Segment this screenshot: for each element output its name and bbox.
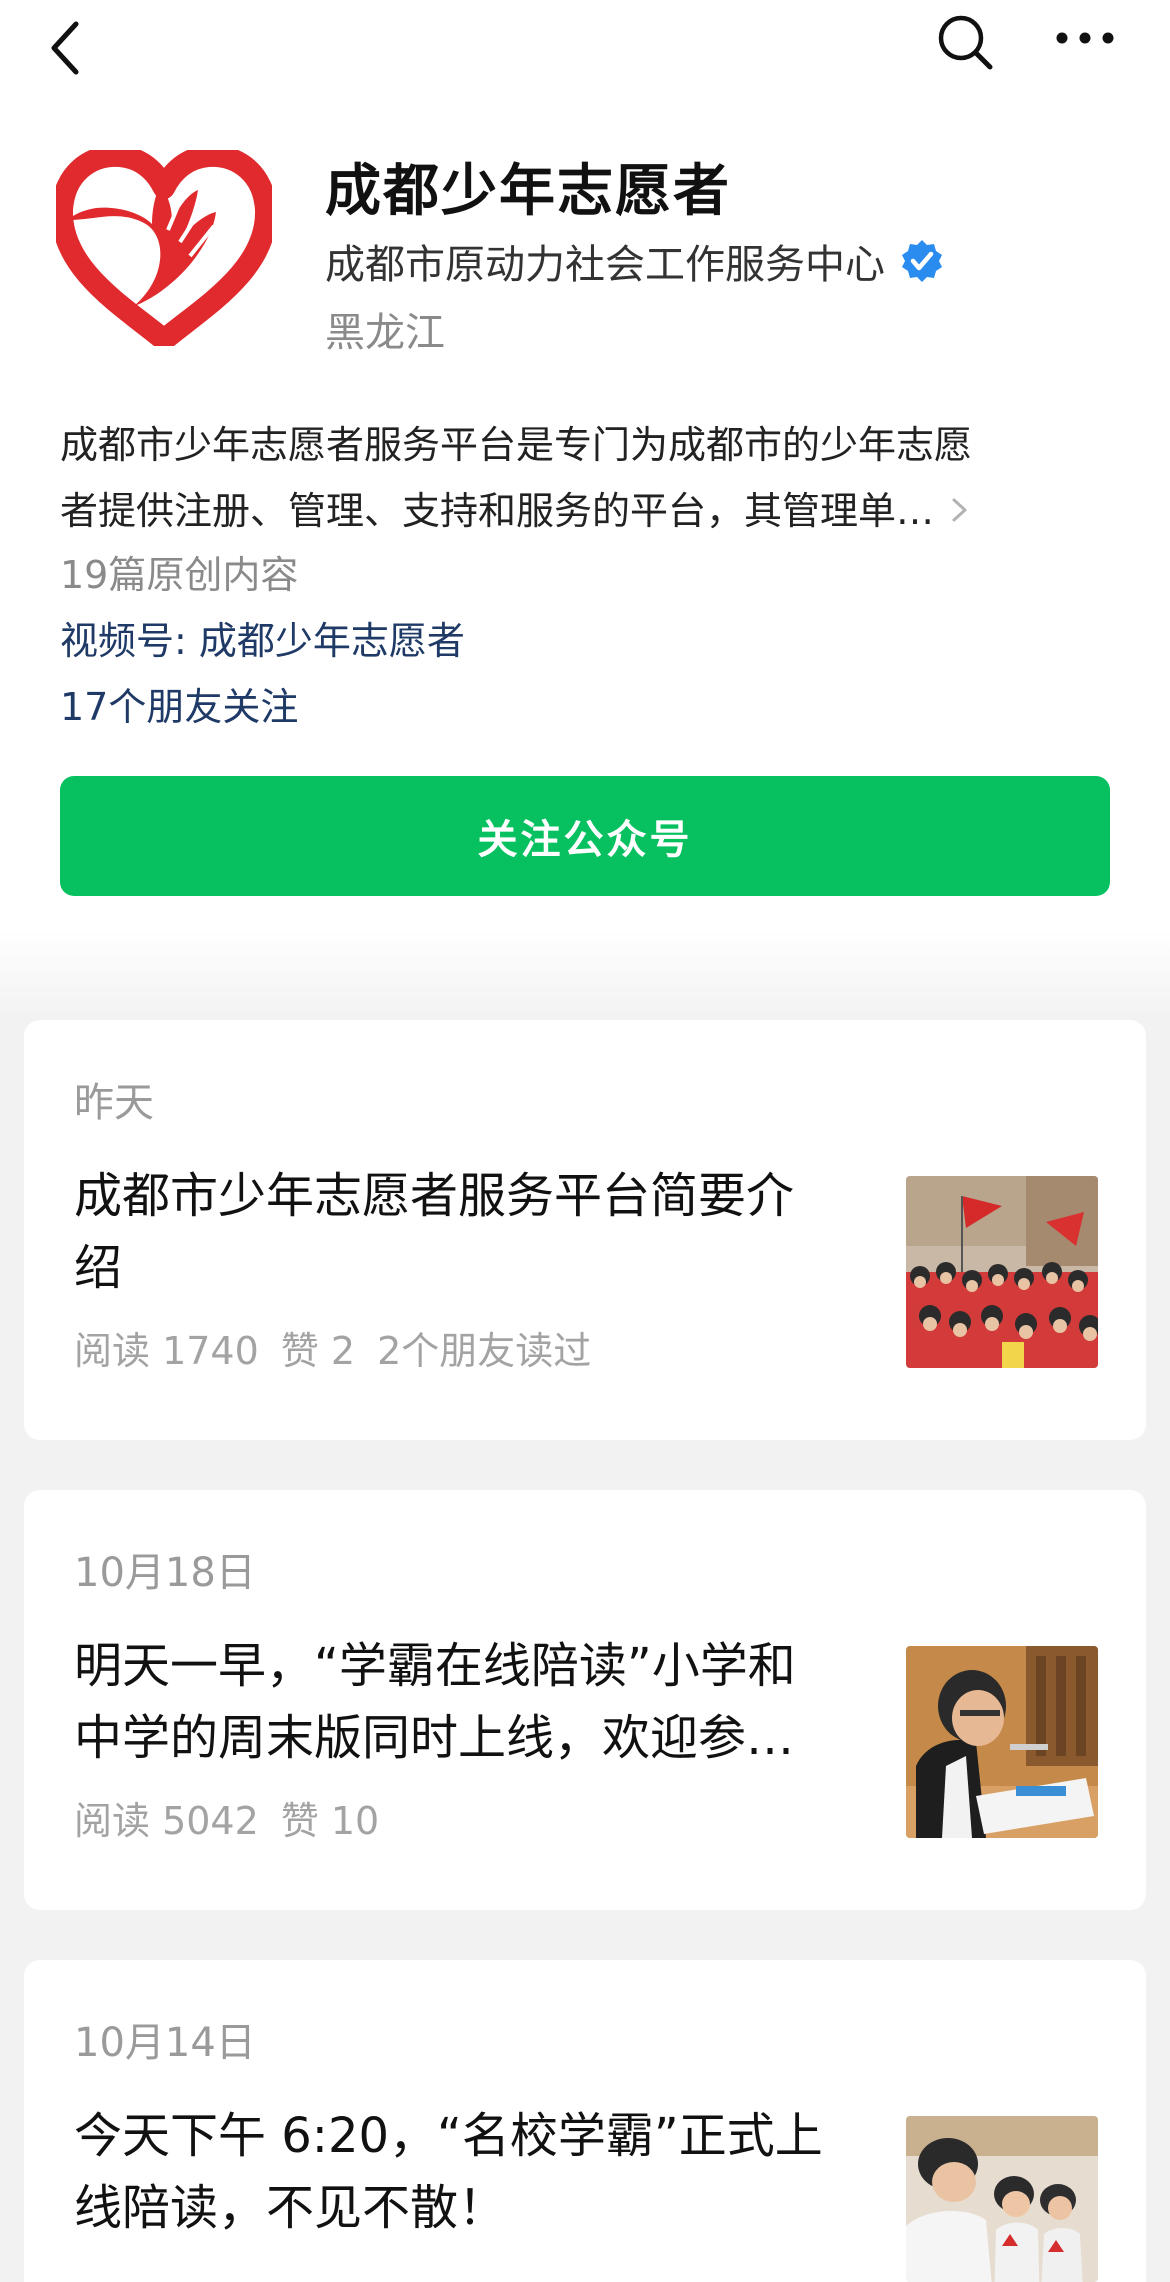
article-likes: 赞 2 [280, 1329, 356, 1373]
article-title[interactable]: 成都市少年志愿者服务平台简要介 绍 [74, 1160, 894, 1304]
account-logo [50, 144, 278, 351]
article-card[interactable]: 昨天 成都市少年志愿者服务平台简要介 绍 阅读 1740 赞 2 2个朋友读过 [24, 1020, 1146, 1440]
article-card[interactable]: 10月18日 明天一早，“学霸在线陪读”小学和 中学的周末版同时上线，欢迎参… … [24, 1490, 1146, 1910]
organization-name[interactable]: 成都市原动力社会工作服务中心 [325, 232, 885, 290]
article-title-line: 线陪读，不见不散！ [74, 2180, 507, 2236]
article-card[interactable]: 10月14日 今天下午 6:20，“名校学霸”正式上 线陪读，不见不散！ [24, 1960, 1146, 2282]
article-stats: 阅读 1740 赞 2 2个朋友读过 [74, 1320, 613, 1375]
article-stats: 阅读 5042 赞 10 [74, 1790, 401, 1845]
more-icon[interactable] [1050, 10, 1120, 70]
article-title[interactable]: 明天一早，“学霸在线陪读”小学和 中学的周末版同时上线，欢迎参… [74, 1630, 894, 1774]
follow-account-button[interactable]: 关注公众号 [60, 776, 1110, 896]
article-friends-read: 2个朋友读过 [377, 1329, 592, 1373]
original-content-count: 19篇原创内容 [60, 553, 299, 597]
article-title-line: 绍 [74, 1240, 123, 1296]
article-thumbnail[interactable] [906, 1176, 1098, 1368]
article-title-line: 今天下午 6:20，“名校学霸”正式上 [74, 2108, 823, 2164]
article-thumbnail[interactable] [906, 2116, 1098, 2282]
article-reads: 阅读 5042 [74, 1799, 259, 1843]
article-reads: 阅读 1740 [74, 1329, 259, 1373]
account-profile-page: 成都少年志愿者 成都市原动力社会工作服务中心 黑龙江 成都市少年志愿者服务平台是… [0, 0, 1170, 2282]
verified-badge-icon [899, 238, 945, 284]
article-likes: 赞 10 [280, 1799, 380, 1843]
article-title-line: 明天一早，“学霸在线陪读”小学和 [74, 1638, 796, 1694]
article-thumbnail[interactable] [906, 1646, 1098, 1838]
chevron-right-icon[interactable] [948, 482, 972, 522]
back-arrow-icon[interactable] [40, 10, 100, 80]
article-date: 昨天 [74, 1080, 154, 1126]
intro-text: 者提供注册、管理、支持和服务的平台，其管理单… [60, 489, 935, 533]
article-title-line: 中学的周末版同时上线，欢迎参… [74, 1710, 795, 1766]
video-channel-link[interactable]: 视频号: 成都少年志愿者 [60, 610, 465, 665]
search-icon[interactable] [930, 6, 1000, 76]
account-region: 黑龙江 [325, 310, 445, 356]
article-title[interactable]: 今天下午 6:20，“名校学霸”正式上 线陪读，不见不散！ [74, 2100, 894, 2244]
organization-row[interactable]: 成都市原动力社会工作服务中心 [325, 232, 945, 290]
account-name: 成都少年志愿者 [325, 159, 731, 224]
article-date: 10月18日 [74, 1550, 256, 1596]
intro-line: 者提供注册、管理、支持和服务的平台，其管理单… [60, 478, 1100, 544]
intro-line: 成都市少年志愿者服务平台是专门为成都市的少年志愿 [60, 423, 973, 467]
profile-header: 成都少年志愿者 成都市原动力社会工作服务中心 黑龙江 成都市少年志愿者服务平台是… [0, 0, 1170, 1020]
account-intro[interactable]: 成都市少年志愿者服务平台是专门为成都市的少年志愿 者提供注册、管理、支持和服务的… [60, 412, 1100, 544]
friends-following-link[interactable]: 17个朋友关注 [60, 676, 298, 731]
article-date: 10月14日 [74, 2020, 256, 2066]
article-title-line: 成都市少年志愿者服务平台简要介 [74, 1168, 795, 1224]
